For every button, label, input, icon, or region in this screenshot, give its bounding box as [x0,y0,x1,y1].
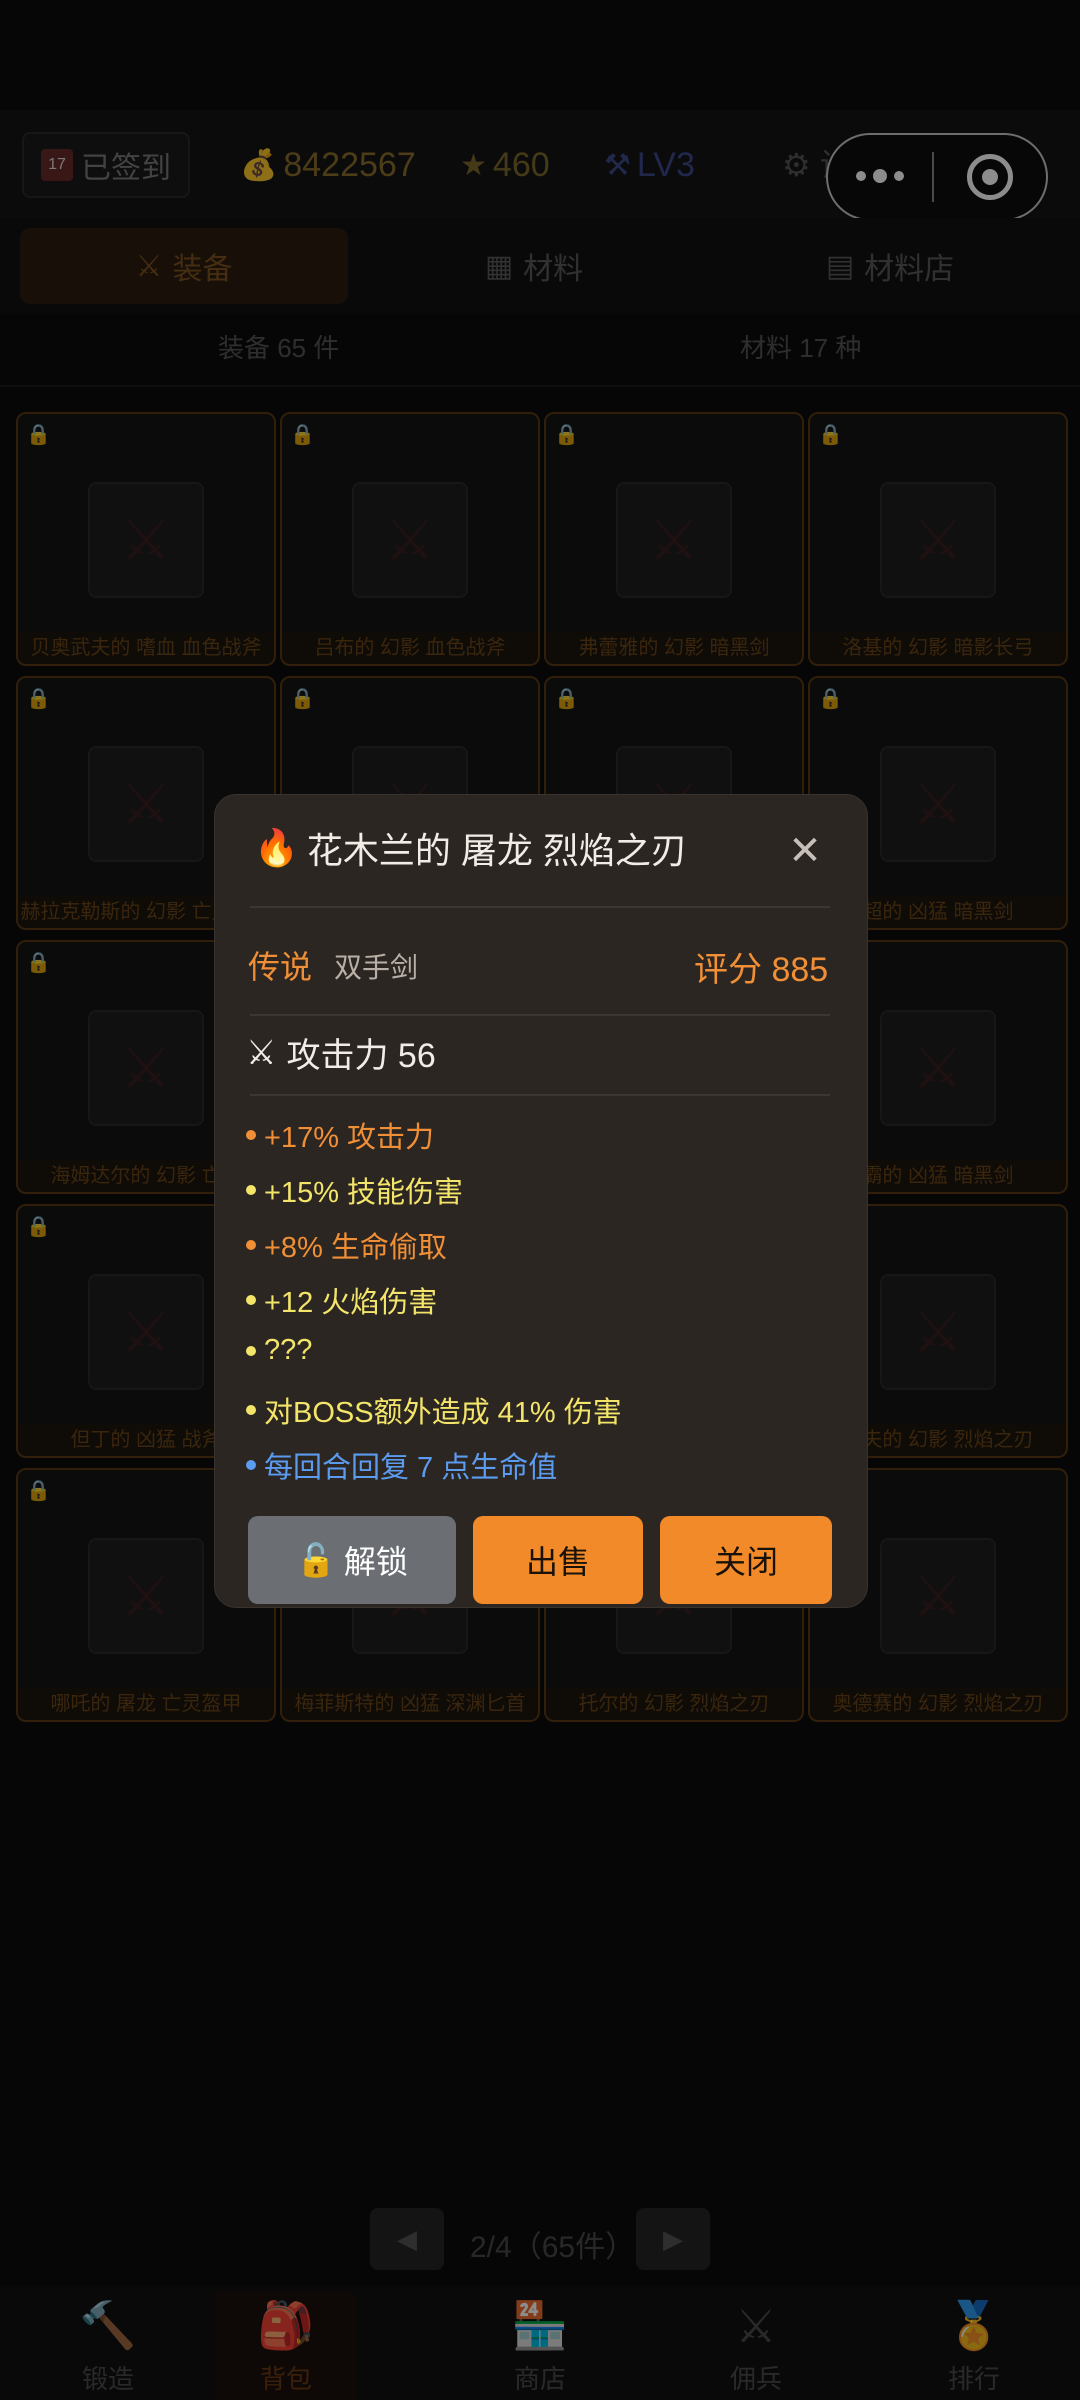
affix-text: +8% 生命偷取 [264,1232,447,1264]
score-label: 评分 885 [694,951,829,989]
affix-text: +12 火焰伤害 [264,1287,438,1319]
item-name: 花木兰的 屠龙 烈焰之刃 [306,830,687,871]
bullet-dot [246,1405,256,1415]
affix-line: 对BOSS额外造成 41% 伤害 [246,1389,622,1431]
affix-text: ??? [264,1334,313,1366]
crossed-swords-icon: ⚔ [246,1033,277,1072]
sell-button[interactable]: 出售 [473,1516,643,1604]
affix-text: 每回合回复 7 点生命值 [264,1452,558,1484]
affix-text: +15% 技能伤害 [264,1177,464,1209]
attack-stat: ⚔ 攻击力 56 [246,1028,436,1077]
close-button[interactable]: 关闭 [660,1516,832,1604]
affix-text: +17% 攻击力 [264,1122,435,1154]
rarity-label: 传说 [248,949,313,985]
item-title: 🔥 花木兰的 屠龙 烈焰之刃 [254,822,687,874]
affix-line: +8% 生命偷取 [246,1224,447,1266]
affix-line: ??? [246,1334,312,1367]
close-icon[interactable]: ✕ [784,830,826,872]
divider [250,1014,830,1016]
weapon-type: 双手剑 [334,952,419,983]
unlock-button[interactable]: 🔓 解锁 [248,1516,456,1604]
affix-line: +12 火焰伤害 [246,1279,437,1321]
unlock-label: 解锁 [343,1544,408,1580]
affix-line: 每回合回复 7 点生命值 [246,1444,557,1486]
affix-text: 对BOSS额外造成 41% 伤害 [264,1397,622,1429]
affix-line: +17% 攻击力 [246,1114,434,1156]
bullet-dot [246,1130,256,1140]
affix-line: +15% 技能伤害 [246,1169,463,1211]
bullet-dot [246,1295,256,1305]
fire-icon: 🔥 [254,827,299,868]
bullet-dot [246,1460,256,1470]
bullet-dot [246,1185,256,1195]
bullet-dot [246,1345,256,1356]
divider [250,906,830,908]
bullet-dot [246,1240,256,1250]
attack-value: 攻击力 56 [286,1037,436,1075]
lock-icon: 🔓 [296,1542,336,1578]
divider [250,1094,830,1096]
